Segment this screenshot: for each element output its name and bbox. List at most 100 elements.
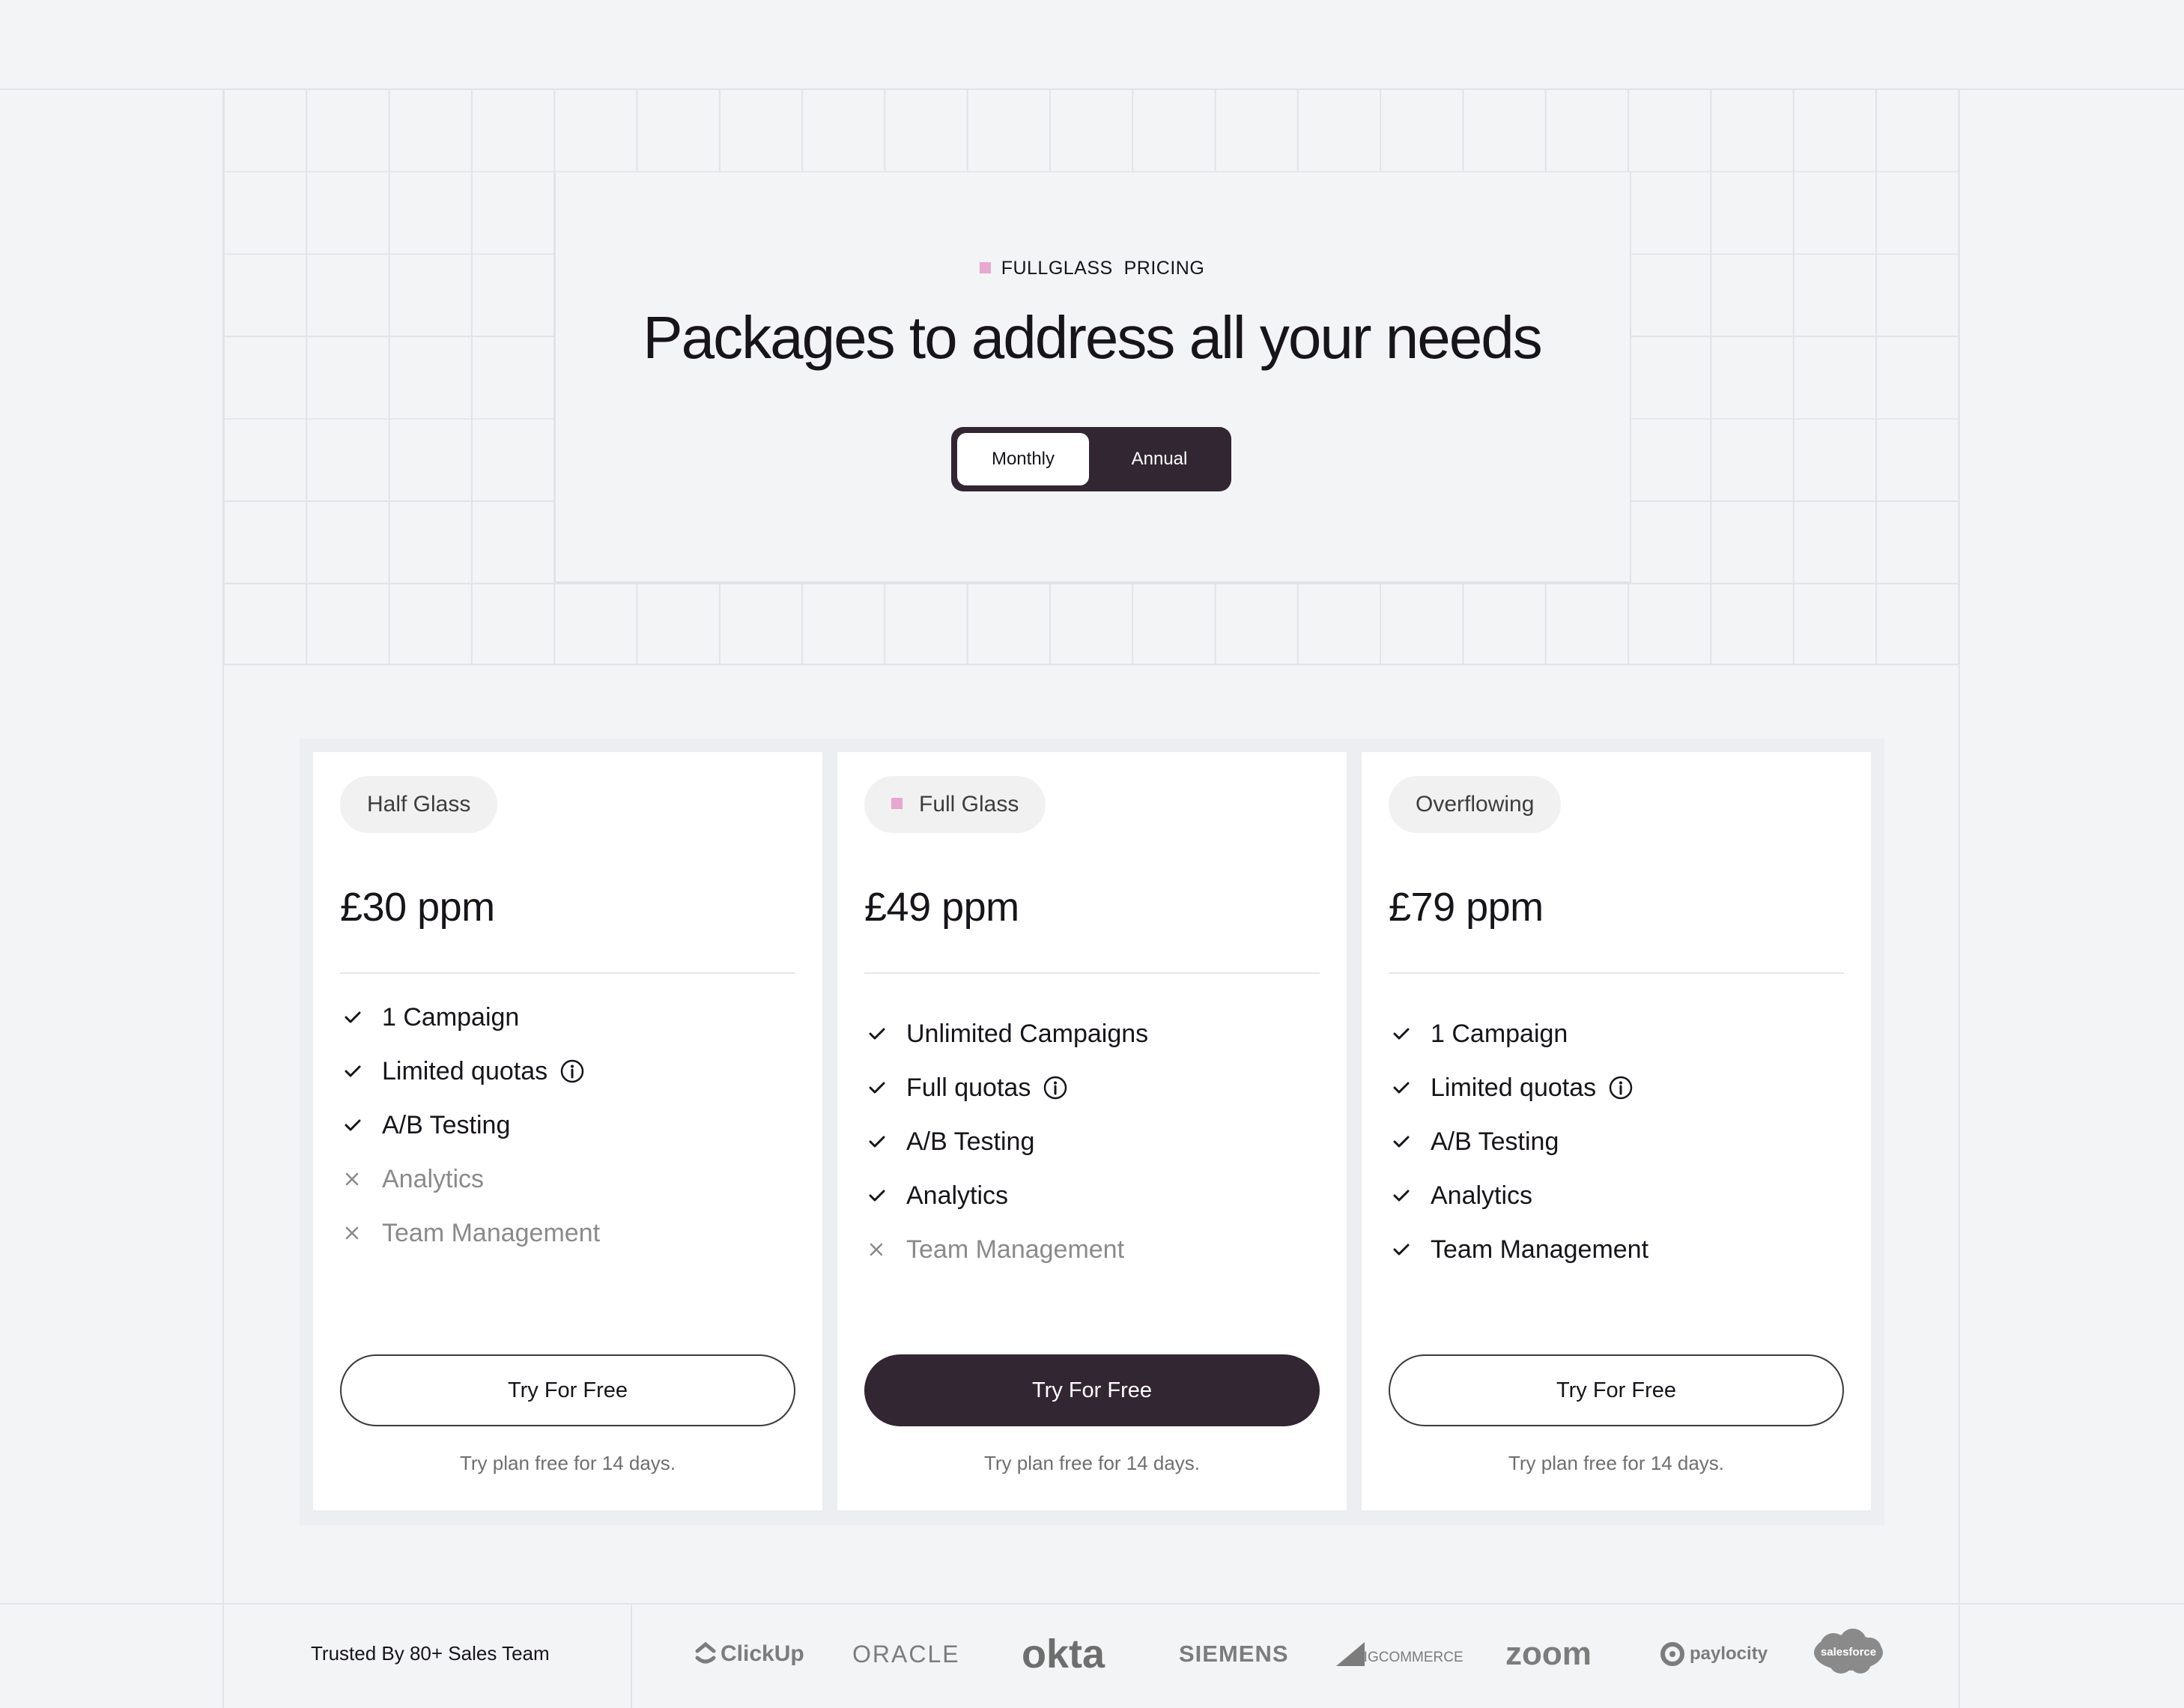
check-icon [864, 1189, 906, 1202]
zoom-wordmark: zoom [1505, 1635, 1592, 1672]
feature-item: Analytics [340, 1152, 795, 1206]
okta-wordmark: okta [1022, 1632, 1105, 1677]
info-icon[interactable] [1608, 1075, 1634, 1100]
check-icon [864, 1027, 906, 1041]
try-for-free-button[interactable]: Try For Free [864, 1354, 1320, 1426]
plan-name: Full Glass [919, 792, 1019, 817]
eyebrow-label: FULLGLASS PRICING [1001, 258, 1205, 279]
feature-item: A/B Testing [864, 1115, 1320, 1169]
feature-label: 1 Campaign [1431, 1019, 1568, 1048]
siemens-logo: SIEMENS [1179, 1627, 1289, 1681]
feature-item: A/B Testing [1389, 1115, 1844, 1169]
feature-item: Team Management [340, 1206, 795, 1260]
feature-item: Limited quotas [340, 1044, 795, 1098]
plan-price: £49 ppm [864, 885, 1019, 930]
feature-label: Team Management [906, 1235, 1125, 1264]
feature-label: Analytics [382, 1164, 485, 1193]
toggle-monthly[interactable]: Monthly [957, 433, 1089, 485]
feature-list: 1 Campaign Limited quotas A/B Testing Analy… [340, 990, 795, 1260]
cross-icon [340, 1226, 382, 1241]
feature-label: A/B Testing [1431, 1127, 1559, 1156]
feature-label: Unlimited Campaigns [906, 1019, 1149, 1048]
zoom-logo: zoom [1505, 1627, 1592, 1681]
check-icon [340, 1118, 382, 1132]
plan-price: £79 ppm [1389, 885, 1544, 930]
plan-name: Overflowing [1416, 792, 1535, 817]
plan-name-badge: Half Glass [340, 776, 498, 833]
clickup-icon [695, 1641, 716, 1664]
paylocity-wordmark: paylocity [1690, 1644, 1768, 1664]
trusted-by-label: Trusted By 80+ Sales Team [311, 1642, 550, 1665]
check-icon [1389, 1027, 1431, 1041]
feature-item: A/B Testing [340, 1098, 795, 1152]
billing-toggle: Monthly Annual [951, 427, 1231, 491]
plan-card-half-glass: Half Glass £30 ppm 1 Campaign Limited quo… [313, 752, 822, 1510]
trial-note: Try plan free for 14 days. [1508, 1452, 1725, 1474]
paylocity-icon [1660, 1642, 1684, 1666]
salesforce-cloud-icon: salesforce [1814, 1629, 1883, 1674]
feature-label: Limited quotas [1431, 1073, 1597, 1102]
feature-label: Team Management [1431, 1235, 1649, 1264]
divider [340, 972, 795, 974]
footer-separator [631, 1605, 632, 1708]
feature-list: Unlimited Campaigns Full quotas A/B Testin… [864, 1007, 1320, 1277]
bigcommerce-wordmark: BIGCOMMERCE [1354, 1650, 1463, 1665]
salesforce-logo: salesforce [1811, 1626, 1886, 1680]
try-for-free-button[interactable]: Try For Free [340, 1354, 795, 1426]
highlight-square-icon [891, 798, 903, 809]
divider [864, 972, 1320, 974]
toggle-annual[interactable]: Annual [1093, 433, 1225, 485]
clickup-logo: ClickUp [695, 1627, 804, 1681]
info-icon[interactable] [1043, 1075, 1068, 1100]
feature-item: 1 Campaign [340, 990, 795, 1044]
check-icon [1389, 1135, 1431, 1148]
check-icon [1389, 1189, 1431, 1202]
hero-panel [554, 172, 1631, 583]
clickup-wordmark: ClickUp [721, 1641, 804, 1666]
cross-icon [864, 1242, 906, 1257]
try-for-free-button[interactable]: Try For Free [1389, 1354, 1844, 1426]
top-bar [0, 0, 2184, 90]
divider [1389, 972, 1844, 974]
okta-logo: okta [1022, 1627, 1105, 1681]
check-icon [864, 1135, 906, 1148]
check-icon [1389, 1243, 1431, 1256]
plan-card-overflowing: Overflowing £79 ppm 1 Campaign Limited qu… [1362, 752, 1871, 1510]
siemens-wordmark: SIEMENS [1179, 1641, 1289, 1667]
feature-item: Team Management [1389, 1223, 1844, 1277]
feature-label: A/B Testing [382, 1110, 511, 1139]
check-icon [340, 1065, 382, 1078]
feature-label: Analytics [1431, 1181, 1533, 1210]
feature-label: Team Management [382, 1218, 601, 1247]
oracle-wordmark: ORACLE [852, 1640, 960, 1668]
cross-icon [340, 1172, 382, 1187]
oracle-logo: ORACLE [852, 1627, 960, 1681]
page-title: Packages to address all your needs [643, 304, 1542, 371]
plan-name: Half Glass [367, 792, 471, 817]
trial-note: Try plan free for 14 days. [459, 1452, 676, 1474]
feature-label: Limited quotas [382, 1056, 548, 1085]
plan-price: £30 ppm [340, 885, 495, 930]
paylocity-logo: paylocity [1660, 1627, 1768, 1681]
feature-item: Analytics [864, 1169, 1320, 1223]
feature-label: Analytics [906, 1181, 1009, 1210]
check-icon [864, 1081, 906, 1094]
feature-item: 1 Campaign [1389, 1007, 1844, 1061]
feature-label: Full quotas [906, 1073, 1031, 1102]
feature-item: Unlimited Campaigns [864, 1007, 1320, 1061]
footer-divider [0, 1603, 2184, 1605]
check-icon [340, 1011, 382, 1024]
feature-label: 1 Campaign [382, 1002, 520, 1032]
check-icon [1389, 1081, 1431, 1094]
hero-eyebrow: FULLGLASS PRICING [0, 258, 2184, 279]
eyebrow-square-icon [979, 262, 991, 273]
plan-name-badge: Full Glass [864, 776, 1046, 833]
feature-list: 1 Campaign Limited quotas A/B Testing Analy… [1389, 1007, 1844, 1277]
feature-item: Limited quotas [1389, 1061, 1844, 1115]
feature-label: A/B Testing [906, 1127, 1035, 1156]
feature-item: Full quotas [864, 1061, 1320, 1115]
feature-item: Analytics [1389, 1169, 1844, 1223]
trial-note: Try plan free for 14 days. [983, 1452, 1201, 1474]
info-icon[interactable] [559, 1059, 585, 1084]
bigcommerce-logo: BIGCOMMERCE [1336, 1627, 1463, 1681]
